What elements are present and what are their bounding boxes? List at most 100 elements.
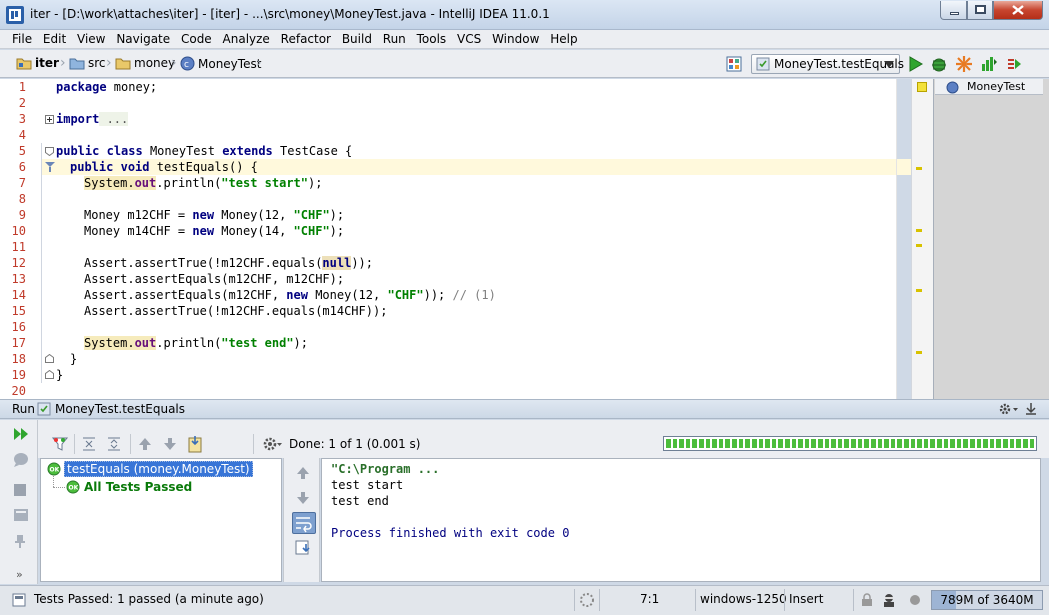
chat-bubble-icon[interactable] (13, 452, 29, 468)
pin-tab-icon[interactable] (13, 533, 29, 549)
breadcrumb-package[interactable]: money (115, 56, 175, 70)
intellij-app-icon[interactable] (6, 6, 24, 24)
menu-file[interactable]: File (9, 30, 35, 49)
filter-tests-icon[interactable] (52, 436, 68, 452)
soft-wrap-toggle-icon[interactable] (292, 512, 316, 534)
caret-position[interactable]: 7:1 (640, 592, 659, 606)
event-log-icon[interactable] (908, 593, 922, 607)
progress-segment (745, 439, 750, 448)
progress-segment (699, 439, 704, 448)
background-tasks-icon[interactable] (579, 592, 595, 608)
expand-all-icon[interactable] (106, 436, 122, 452)
warning-mark[interactable] (916, 351, 922, 354)
pause-output-icon[interactable] (13, 508, 29, 522)
progress-segment (791, 439, 797, 448)
structure-panel (933, 79, 1049, 399)
line-number: 13 (11, 272, 26, 286)
breadcrumb-src[interactable]: src (69, 56, 106, 70)
code-line-3: import ... (56, 112, 129, 126)
menu-navigate[interactable]: Navigate (113, 30, 173, 49)
line-number: 18 (11, 352, 26, 366)
menu-refactor[interactable]: Refactor (278, 30, 334, 49)
progress-segment (950, 439, 955, 448)
progress-segment (725, 439, 731, 448)
menu-analyze[interactable]: Analyze (220, 30, 273, 49)
code-line-18: System.out.println("test end"); (84, 336, 308, 350)
code-line-13: Assert.assertTrue(!m12CHF.equals(null)); (84, 256, 374, 270)
close-button[interactable] (993, 1, 1043, 20)
code-line-19: } (70, 352, 78, 366)
tab-moneytest[interactable]: MoneyTest (935, 79, 1043, 95)
console-output[interactable]: "C:\Program ... test start test end Proc… (321, 458, 1041, 582)
progress-segment (824, 439, 830, 448)
hide-panel-icon[interactable] (1024, 402, 1038, 416)
lock-icon[interactable] (861, 593, 873, 607)
breadcrumb-project[interactable]: iter (16, 56, 59, 70)
project-structure-icon[interactable] (726, 56, 742, 72)
tree-item-testequals[interactable]: OK testEquals (money.MoneyTest) (47, 461, 253, 477)
code-line-14: Assert.assertEquals(m12CHF, m12CHF); (84, 272, 345, 286)
run-config-tab[interactable]: MoneyTest.testEquals (55, 402, 185, 416)
fold-expand-icon[interactable] (45, 115, 54, 124)
progress-segment (1003, 439, 1008, 448)
warning-mark[interactable] (916, 289, 922, 292)
previous-test-icon[interactable] (137, 436, 153, 452)
maximize-button[interactable] (967, 1, 993, 20)
menu-vcs[interactable]: VCS (454, 30, 484, 49)
rerun-icon[interactable] (13, 427, 29, 441)
scroll-down-icon[interactable] (295, 490, 311, 506)
settings-gear-icon[interactable] (262, 436, 284, 452)
progress-segment (751, 439, 757, 448)
breadcrumb-class[interactable]: c MoneyTest (180, 56, 261, 71)
fold-end-icon[interactable] (45, 354, 54, 363)
progress-segment (884, 439, 889, 448)
line-number: 7 (18, 176, 26, 190)
collapse-all-icon[interactable] (81, 436, 97, 452)
profile-icon[interactable] (980, 55, 998, 73)
run-left-toolbar (0, 420, 38, 584)
toolbar-separator (253, 434, 254, 454)
export-results-icon[interactable] (187, 435, 203, 453)
progress-segment (718, 439, 724, 448)
warning-mark[interactable] (916, 229, 922, 232)
menu-run[interactable]: Run (380, 30, 409, 49)
menu-window[interactable]: Window (489, 30, 542, 49)
gear-icon[interactable] (998, 402, 1020, 416)
menu-view[interactable]: View (74, 30, 108, 49)
line-number: 9 (18, 208, 26, 222)
run-icon[interactable] (906, 55, 924, 73)
code-line-6: public class MoneyTest extends TestCase … (56, 144, 353, 158)
minimize-button[interactable] (940, 1, 967, 20)
tree-item-all-passed[interactable]: OK All Tests Passed (66, 480, 192, 494)
menu-code[interactable]: Code (178, 30, 215, 49)
menu-edit[interactable]: Edit (40, 30, 69, 49)
debug-icon[interactable] (930, 55, 948, 73)
code-line-16: Assert.assertTrue(!m12CHF.equals(m14CHF)… (84, 304, 388, 318)
run-configuration-select[interactable]: MoneyTest.testEquals (751, 54, 904, 74)
warning-indicator-icon[interactable] (917, 82, 927, 92)
warning-mark[interactable] (916, 167, 922, 170)
inspector-icon[interactable] (881, 592, 897, 608)
insert-mode[interactable]: Insert (789, 592, 823, 606)
attach-debugger-icon[interactable] (1005, 55, 1023, 73)
run-test-gutter-icon[interactable] (43, 160, 57, 174)
menu-tools[interactable]: Tools (414, 30, 450, 49)
file-encoding[interactable]: windows-1250 (700, 592, 787, 606)
menu-build[interactable]: Build (339, 30, 375, 49)
line-number: 1 (18, 80, 26, 94)
scroll-up-icon[interactable] (295, 465, 311, 481)
status-icon[interactable] (12, 593, 26, 607)
run-window-title: Run (12, 402, 36, 416)
more-icon[interactable]: » (16, 568, 23, 581)
stop-icon[interactable] (13, 483, 27, 497)
next-test-icon[interactable] (162, 436, 178, 452)
fold-collapse-icon[interactable] (45, 147, 54, 156)
fold-end-icon[interactable] (45, 370, 54, 379)
coverage-icon[interactable] (955, 55, 973, 73)
memory-indicator[interactable]: 789M of 3640M (931, 590, 1043, 610)
menu-help[interactable]: Help (547, 30, 580, 49)
scroll-to-end-icon[interactable] (295, 540, 313, 556)
error-stripe[interactable] (911, 79, 933, 399)
warning-mark[interactable] (916, 244, 922, 247)
code-editor[interactable] (41, 79, 896, 399)
